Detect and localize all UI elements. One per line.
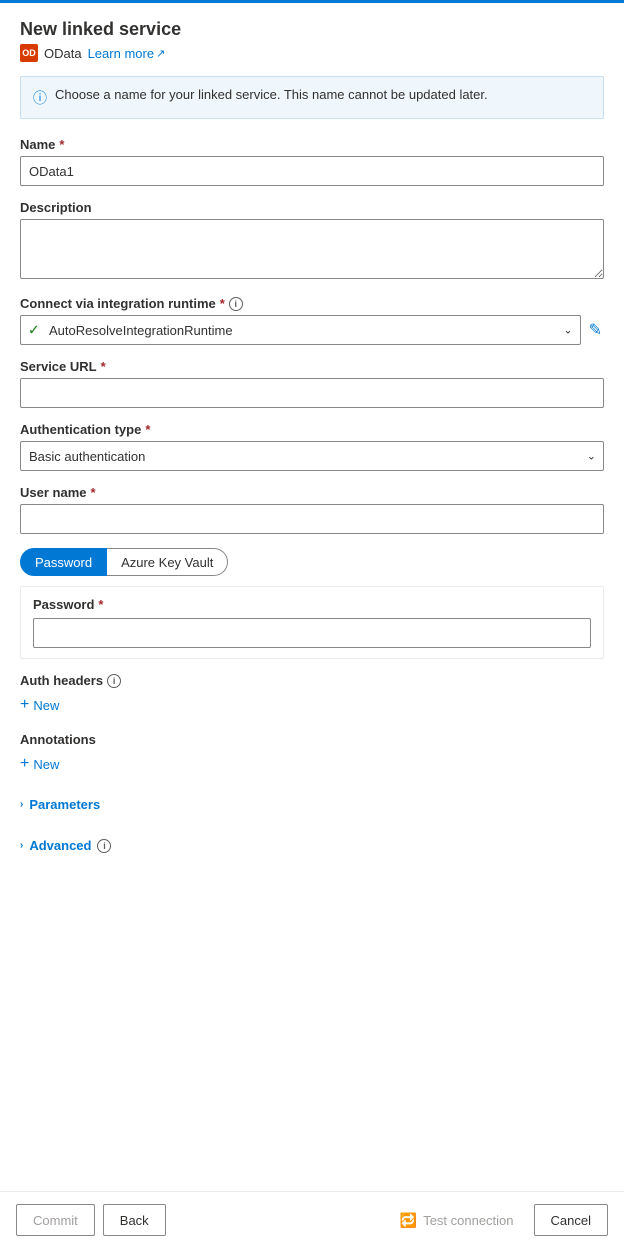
user-name-input[interactable] xyxy=(20,504,604,534)
password-section-label: Password xyxy=(33,597,94,612)
password-required: * xyxy=(98,597,103,612)
info-icon: ⓘ xyxy=(33,88,47,108)
service-url-input[interactable] xyxy=(20,378,604,408)
service-url-required: * xyxy=(101,359,106,374)
edit-runtime-button[interactable]: ✎ xyxy=(587,318,604,342)
learn-more-link[interactable]: Learn more ↗ xyxy=(88,46,166,61)
service-icon: OD xyxy=(20,44,38,62)
auth-type-select[interactable]: Basic authentication Anonymous OAuth2 Se… xyxy=(20,441,604,471)
test-connection-button[interactable]: 🔁 Test connection xyxy=(388,1204,526,1236)
advanced-info-icon: i xyxy=(97,839,111,853)
connect-label: Connect via integration runtime xyxy=(20,296,216,311)
name-label: Name xyxy=(20,137,55,152)
password-tab[interactable]: Password xyxy=(20,548,107,576)
name-input[interactable] xyxy=(20,156,604,186)
parameters-collapsible[interactable]: › Parameters xyxy=(20,791,100,818)
description-label: Description xyxy=(20,200,92,215)
back-button[interactable]: Back xyxy=(103,1204,166,1236)
cancel-button[interactable]: Cancel xyxy=(534,1204,608,1236)
auth-headers-info-icon: i xyxy=(107,674,121,688)
advanced-collapsible[interactable]: › Advanced i xyxy=(20,832,111,859)
plus-annotation-icon: + xyxy=(20,755,29,773)
connect-info-icon: i xyxy=(229,297,243,311)
new-header-button[interactable]: + New xyxy=(20,692,59,718)
azure-key-vault-tab[interactable]: Azure Key Vault xyxy=(107,548,228,576)
password-input[interactable] xyxy=(33,618,591,648)
test-connection-icon: 🔁 xyxy=(400,1212,417,1229)
info-banner-text: Choose a name for your linked service. T… xyxy=(55,87,488,102)
connect-select[interactable]: AutoResolveIntegrationRuntime xyxy=(20,315,581,345)
service-type-label: OData xyxy=(44,46,82,61)
description-input[interactable] xyxy=(20,219,604,279)
page-title: New linked service xyxy=(20,19,604,40)
connect-required: * xyxy=(220,296,225,311)
user-name-required: * xyxy=(90,485,95,500)
name-required: * xyxy=(59,137,64,152)
external-link-icon: ↗ xyxy=(156,47,165,60)
annotations-label: Annotations xyxy=(20,732,96,747)
chevron-right-advanced-icon: › xyxy=(20,840,23,851)
auth-headers-label: Auth headers xyxy=(20,673,103,688)
service-url-label: Service URL xyxy=(20,359,97,374)
user-name-label: User name xyxy=(20,485,86,500)
auth-type-label: Authentication type xyxy=(20,422,141,437)
commit-button[interactable]: Commit xyxy=(16,1204,95,1236)
auth-type-required: * xyxy=(145,422,150,437)
plus-icon: + xyxy=(20,696,29,714)
chevron-right-parameters-icon: › xyxy=(20,799,23,810)
new-annotation-button[interactable]: + New xyxy=(20,751,59,777)
